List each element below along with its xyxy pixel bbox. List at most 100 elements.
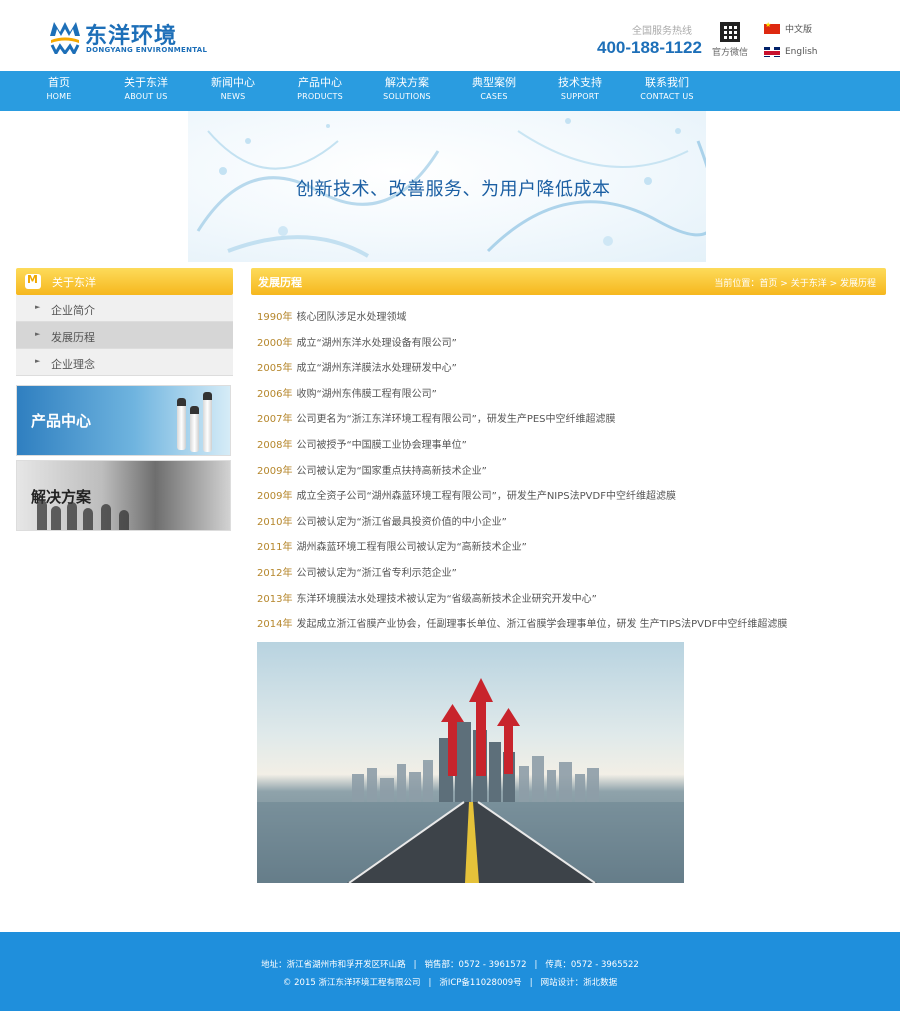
footer-line-1: 地址：浙江省湖州市和孚开发区环山路 | 销售部：0572 - 3961572 | 传真：…	[0, 958, 900, 970]
nav-cases[interactable]: 典型案例 CASES	[458, 76, 530, 103]
timeline-text: 湖州森蓝环境工程有限公司被认定为“高新技术企业”	[296, 542, 527, 554]
person-silhouette-icon	[37, 500, 47, 530]
content-header: 发展历程 当前位置：首页 > 关于东洋 > 发展历程	[251, 268, 886, 295]
lang-en-label: English	[785, 46, 818, 57]
person-silhouette-icon	[119, 510, 129, 530]
breadcrumb-separator: >	[777, 279, 791, 289]
promo-solutions[interactable]: 解决方案	[16, 460, 231, 531]
timeline-text: 公司被认定为“浙江省专利示范企业”	[296, 567, 457, 579]
nav-label-en: ABOUT US	[124, 92, 168, 101]
sidebar-item-profile[interactable]: ► 企业简介	[16, 295, 233, 322]
growth-city-photo	[257, 642, 684, 883]
footer-icp-link[interactable]: 浙ICP备11028009号	[439, 978, 521, 988]
nav-label: 新闻中心	[211, 76, 255, 89]
qr-code-icon	[720, 22, 740, 42]
content-title: 发展历程	[258, 276, 302, 289]
timeline-text: 公司被授予“中国膜工业协会理事单位”	[296, 439, 467, 451]
timeline-text: 发起成立浙江省膜产业协会，任副理事长单位、浙江省膜学会理事单位，研发 生产TIP…	[296, 619, 788, 631]
china-flag-icon	[764, 21, 780, 34]
timeline-text: 成立“湖州东洋水处理设备有限公司”	[296, 337, 457, 349]
timeline-entry: 2013年 东洋环境膜法水处理技术被认定为“省级高新技术企业研究开发中心”	[257, 593, 877, 619]
timeline-text: 成立“湖州东洋膜法水处理研发中心”	[296, 363, 457, 375]
arrow-right-icon: ►	[35, 303, 41, 311]
wechat-qr[interactable]: 官方微信	[712, 22, 748, 58]
nav-support[interactable]: 技术支持 SUPPORT	[544, 76, 616, 103]
timeline-year: 2014年	[257, 619, 293, 631]
sidebar-item-label: 发展历程	[51, 331, 95, 344]
timeline-entry: 2006年 收购“湖州东伟膜工程有限公司”	[257, 388, 877, 414]
logo-mark-icon	[50, 22, 80, 54]
footer-separator: |	[534, 960, 538, 970]
hotline-label: 全国服务热线	[632, 26, 692, 37]
logo-text-en: DONGYANG ENVIRONMENTAL	[86, 46, 208, 54]
nav-label: 关于东洋	[124, 76, 168, 89]
nav-label-en: CASES	[480, 92, 508, 101]
wechat-label: 官方微信	[712, 48, 749, 58]
timeline-text: 公司被认定为“国家重点扶持高新技术企业”	[296, 465, 487, 477]
timeline-year: 2005年	[257, 363, 293, 375]
lang-en-link[interactable]: English	[764, 45, 818, 58]
timeline-year: 2009年	[257, 465, 293, 477]
timeline-entry: 2008年 公司被授予“中国膜工业协会理事单位”	[257, 439, 877, 465]
hero-banner: 创新技术、改善服务、为用户降低成本	[188, 111, 706, 262]
sidebar-menu: ► 企业简介 ► 发展历程 ► 企业理念	[16, 295, 233, 376]
city-road-arrows-graphic	[257, 678, 684, 883]
promo-products[interactable]: 产品中心	[16, 385, 231, 456]
person-silhouette-icon	[51, 506, 61, 530]
filter-cartridge-icon	[190, 406, 199, 452]
lang-cn-label: 中文版	[785, 25, 813, 35]
timeline-year: 2013年	[257, 593, 293, 605]
sidebar-item-history[interactable]: ► 发展历程	[16, 322, 233, 349]
breadcrumb-about-link[interactable]: 关于东洋	[791, 279, 827, 289]
nav-label-en: PRODUCTS	[297, 92, 343, 101]
footer-copyright: © 2015 浙江东洋环境工程有限公司	[282, 978, 421, 988]
timeline-entry: 2011年 湖州森蓝环境工程有限公司被认定为“高新技术企业”	[257, 541, 877, 567]
language-switcher: 中文版 English	[764, 21, 818, 68]
nav-products[interactable]: 产品中心 PRODUCTS	[284, 76, 356, 103]
breadcrumb-current: 发展历程	[839, 279, 876, 289]
timeline-year: 2007年	[257, 414, 293, 426]
lang-cn-link[interactable]: 中文版	[764, 21, 818, 35]
uk-flag-icon	[764, 46, 780, 57]
sidebar-item-philosophy[interactable]: ► 企业理念	[16, 349, 233, 376]
banner-slogan: 创新技术、改善服务、为用户降低成本	[296, 179, 611, 200]
footer-design-credit[interactable]: 网站设计：浙北数据	[541, 978, 618, 988]
nav-label: 典型案例	[472, 76, 516, 89]
person-silhouette-icon	[83, 508, 93, 530]
timeline-year: 2009年	[257, 491, 293, 503]
nav-label-en: HOME	[46, 92, 72, 101]
timeline-year: 2010年	[257, 516, 293, 528]
timeline-year: 2008年	[257, 439, 293, 451]
site-logo[interactable]: 东洋环境 DONGYANG ENVIRONMENTAL	[48, 18, 207, 58]
nav-label-en: SUPPORT	[560, 92, 600, 101]
history-timeline: 1990年 核心团队涉足水处理领域 2000年 成立“湖州东洋水处理设备有限公司” …	[257, 311, 877, 644]
nav-label: 技术支持	[558, 76, 602, 89]
timeline-entry: 2014年 发起成立浙江省膜产业协会，任副理事长单位、浙江省膜学会理事单位，研发 …	[257, 618, 877, 644]
nav-home[interactable]: 首页 HOME	[23, 76, 95, 103]
sidebar-item-label: 企业理念	[51, 358, 95, 371]
timeline-text: 收购“湖州东伟膜工程有限公司”	[296, 388, 437, 400]
footer-separator: |	[428, 978, 432, 988]
timeline-text: 核心团队涉足水处理领域	[296, 312, 407, 323]
promo-products-label: 产品中心	[31, 412, 92, 430]
nav-contact[interactable]: 联系我们 CONTACT US	[631, 76, 703, 103]
timeline-entry: 2007年 公司更名为“浙江东洋环境工程有限公司”，研发生产PES中空纤维超滤膜	[257, 413, 877, 439]
person-silhouette-icon	[101, 504, 111, 530]
timeline-text: 公司更名为“浙江东洋环境工程有限公司”，研发生产PES中空纤维超滤膜	[296, 414, 616, 426]
nav-about[interactable]: 关于东洋 ABOUT US	[110, 76, 182, 103]
timeline-entry: 1990年 核心团队涉足水处理领域	[257, 311, 877, 337]
breadcrumb-home-link[interactable]: 首页	[759, 279, 777, 289]
nav-news[interactable]: 新闻中心 NEWS	[197, 76, 269, 103]
timeline-text: 公司被认定为“浙江省最具投资价值的中小企业”	[296, 516, 507, 528]
filter-cartridge-icon	[203, 392, 212, 452]
main-nav: 首页 HOME 关于东洋 ABOUT US 新闻中心 NEWS 产品中心 PRODUCT…	[0, 71, 900, 111]
nav-label-en: SOLUTIONS	[383, 92, 431, 101]
timeline-year: 1990年	[257, 312, 293, 323]
site-footer: 地址：浙江省湖州市和孚开发区环山路 | 销售部：0572 - 3961572 | 传真：…	[0, 932, 900, 1011]
timeline-text: 东洋环境膜法水处理技术被认定为“省级高新技术企业研究开发中心”	[296, 593, 597, 605]
timeline-entry: 2009年 成立全资子公司“湖州森蓝环境工程有限公司”，研发生产NIPS法PVDF…	[257, 490, 877, 516]
timeline-year: 2012年	[257, 567, 293, 579]
footer-address: 地址：浙江省湖州市和孚开发区环山路	[261, 960, 406, 970]
nav-solutions[interactable]: 解决方案 SOLUTIONS	[371, 76, 443, 103]
sidebar-title: 关于东洋	[52, 276, 96, 289]
